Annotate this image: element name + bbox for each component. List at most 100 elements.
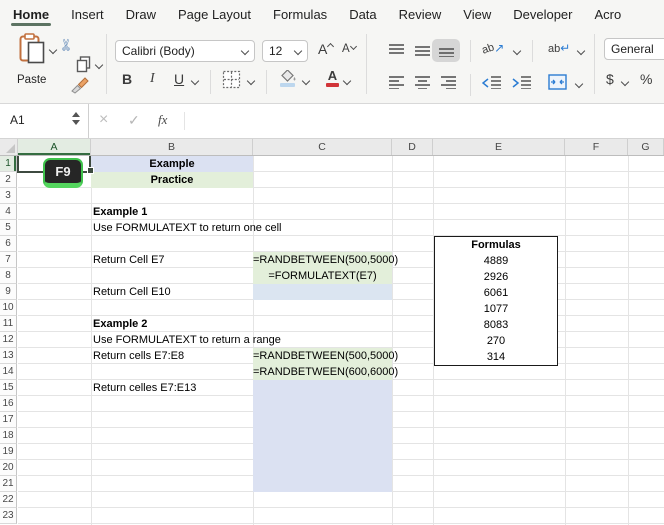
row-header-12[interactable]: 12 [0,332,17,348]
format-painter-icon[interactable] [70,76,90,94]
font-color-button[interactable]: A [326,69,339,87]
tab-insert[interactable]: Insert [60,0,115,28]
cut-icon[interactable]: ✄ [57,39,75,52]
cell-range-C15-C21[interactable] [253,380,392,492]
row-header-1[interactable]: 1 [0,156,17,172]
column-header-E[interactable]: E [433,139,565,155]
name-box-spinner[interactable] [72,112,80,125]
middle-align-icon[interactable] [414,43,431,57]
align-center-icon[interactable] [414,75,431,89]
tab-page-layout[interactable]: Page Layout [167,0,262,28]
column-header-G[interactable]: G [628,139,664,155]
align-right-icon[interactable] [440,75,457,89]
row-header-4[interactable]: 4 [0,204,17,220]
bottom-align-icon[interactable] [438,43,455,57]
currency-format-button[interactable]: $ [606,71,614,87]
tab-developer[interactable]: Developer [502,0,583,28]
column-header-B[interactable]: B [91,139,253,155]
align-left-icon[interactable] [388,75,405,89]
bold-button[interactable]: B [122,71,132,87]
merge-center-chevron[interactable] [574,79,584,89]
cell-B13[interactable]: Return cells E7:E8 [93,348,184,364]
row-header-21[interactable]: 21 [0,476,17,492]
orientation-chevron[interactable] [512,46,522,56]
paste-icon[interactable] [19,33,46,65]
tab-review[interactable]: Review [388,0,453,28]
tab-formulas[interactable]: Formulas [262,0,338,28]
number-format-select[interactable]: General [604,38,664,60]
row-header-11[interactable]: 11 [0,316,17,332]
cell-B7[interactable]: Return Cell E7 [93,252,165,268]
wrap-text-chevron[interactable] [576,46,586,56]
cell-C8[interactable]: =FORMULATEXT(E7) [253,268,392,284]
name-box[interactable]: A1 [0,104,89,138]
row-header-10[interactable]: 10 [0,300,17,316]
formulas-table[interactable]: Formulas 4889 2926 6061 1077 8083 270 314 [434,236,558,366]
select-all-corner[interactable] [0,139,18,155]
orientation-icon[interactable]: ab↗ [480,41,504,57]
row-header-19[interactable]: 19 [0,444,17,460]
underline-dropdown-chevron[interactable] [190,76,200,86]
cell-B2[interactable]: Practice [91,172,253,188]
borders-dropdown-chevron[interactable] [246,76,256,86]
row-header-5[interactable]: 5 [0,220,17,236]
copy-dropdown-chevron[interactable] [94,60,104,70]
row-header-8[interactable]: 8 [0,268,17,284]
insert-function-icon[interactable]: fx [158,112,167,128]
fill-color-icon[interactable] [280,70,297,87]
tab-acro[interactable]: Acro [584,0,633,28]
row-header-17[interactable]: 17 [0,412,17,428]
column-header-D[interactable]: D [392,139,433,155]
copy-icon[interactable] [76,56,91,73]
top-align-icon[interactable] [388,43,405,57]
column-header-A[interactable]: A [18,139,91,155]
enter-icon[interactable]: ✓ [128,112,140,129]
font-color-chevron[interactable] [342,76,352,86]
row-header-16[interactable]: 16 [0,396,17,412]
column-header-C[interactable]: C [253,139,392,155]
cell-B15[interactable]: Return celles E7:E13 [93,380,196,396]
percent-format-button[interactable]: % [640,71,652,87]
paste-dropdown-chevron[interactable] [48,45,58,55]
underline-button[interactable]: U [174,71,184,87]
font-size-select[interactable]: 12 [262,40,308,62]
currency-format-chevron[interactable] [620,77,630,87]
fill-handle[interactable] [87,167,94,174]
cell-C14[interactable]: =RANDBETWEEN(600,6000) [253,364,398,380]
fill-color-chevron[interactable] [301,76,311,86]
cell-B11[interactable]: Example 2 [93,316,147,332]
cancel-icon[interactable]: × [99,111,108,129]
row-header-9[interactable]: 9 [0,284,17,300]
row-header-6[interactable]: 6 [0,236,17,252]
increase-indent-icon[interactable] [512,75,532,89]
merge-center-icon[interactable] [548,74,567,90]
row-header-23[interactable]: 23 [0,508,17,524]
decrease-indent-icon[interactable] [482,75,502,89]
tab-draw[interactable]: Draw [115,0,167,28]
paste-label[interactable]: Paste [17,74,46,86]
row-header-13[interactable]: 13 [0,348,17,364]
borders-icon[interactable] [222,70,241,89]
cell-C9[interactable] [253,284,392,300]
cell-C13[interactable]: =RANDBETWEEN(500,5000) [253,348,398,364]
row-header-3[interactable]: 3 [0,188,17,204]
cell-B9[interactable]: Return Cell E10 [93,284,171,300]
row-header-14[interactable]: 14 [0,364,17,380]
row-header-20[interactable]: 20 [0,460,17,476]
cell-B5[interactable]: Use FORMULATEXT to return one cell [93,220,282,236]
grow-font-button[interactable]: A [318,41,335,57]
font-name-select[interactable]: Calibri (Body) [115,40,255,62]
row-header-18[interactable]: 18 [0,428,17,444]
italic-button[interactable]: I [150,71,155,87]
cell-B4[interactable]: Example 1 [93,204,147,220]
cell-C7[interactable]: =RANDBETWEEN(500,5000) [253,252,398,268]
tab-view[interactable]: View [452,0,502,28]
row-header-15[interactable]: 15 [0,380,17,396]
wrap-text-icon[interactable]: ab↵ [548,41,570,55]
cell-B1[interactable]: Example [91,156,253,172]
row-header-7[interactable]: 7 [0,252,17,268]
row-header-22[interactable]: 22 [0,492,17,508]
cell-B12[interactable]: Use FORMULATEXT to return a range [93,332,281,348]
tab-data[interactable]: Data [338,0,387,28]
row-header-2[interactable]: 2 [0,172,17,188]
